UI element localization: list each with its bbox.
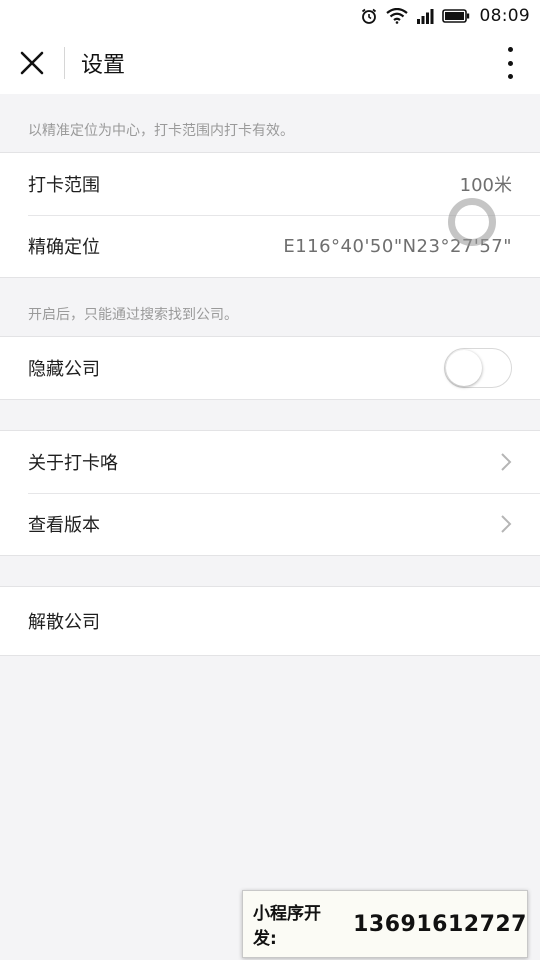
- toggle-knob: [446, 350, 482, 386]
- more-vertical-icon: [507, 47, 513, 52]
- version-label: 查看版本: [28, 515, 100, 536]
- close-button[interactable]: [0, 32, 64, 94]
- danger-group: 解散公司: [0, 586, 540, 656]
- more-vertical-icon-dot: [507, 74, 513, 79]
- settings-content: 以精准定位为中心，打卡范围内打卡有效。 打卡范围 100米 精确定位 E116°…: [0, 94, 540, 656]
- version-row[interactable]: 查看版本: [0, 493, 540, 555]
- dissolve-company-row[interactable]: 解散公司: [0, 587, 540, 655]
- more-menu-button[interactable]: [500, 47, 520, 79]
- precise-location-label: 精确定位: [28, 237, 100, 258]
- alarm-icon: [360, 7, 378, 25]
- chevron-right-icon: [500, 514, 512, 534]
- visibility-group: 隐藏公司: [0, 336, 540, 400]
- signal-icon: [416, 8, 434, 24]
- status-bar: 08:09: [0, 0, 540, 32]
- more-vertical-icon-dot: [507, 60, 513, 66]
- clock-time: 08:09: [479, 6, 530, 26]
- about-row[interactable]: 关于打卡咯: [0, 431, 540, 493]
- about-label: 关于打卡咯: [28, 453, 118, 474]
- loading-spinner: [448, 198, 496, 246]
- visibility-hint: 开启后，只能通过搜索找到公司。: [28, 307, 238, 323]
- nav-bar: 设置: [0, 32, 540, 94]
- page-title: 设置: [81, 53, 126, 78]
- banner-phone: 13691612727: [353, 911, 527, 937]
- location-hint: 以精准定位为中心，打卡范围内打卡有效。: [28, 123, 294, 139]
- battery-icon: [441, 8, 470, 24]
- hide-company-row: 隐藏公司: [0, 337, 540, 399]
- wifi-icon: [385, 8, 408, 24]
- nav-divider: [64, 47, 65, 79]
- checkin-range-value: 100米: [459, 175, 512, 196]
- info-group: 关于打卡咯 查看版本: [0, 430, 540, 556]
- hide-company-toggle[interactable]: [444, 348, 512, 388]
- developer-contact-banner: 小程序开发: 13691612727: [242, 890, 528, 958]
- dissolve-company-label: 解散公司: [28, 612, 100, 633]
- close-icon: [20, 51, 44, 75]
- hide-company-label: 隐藏公司: [28, 359, 100, 380]
- chevron-right-icon: [500, 452, 512, 472]
- banner-label: 小程序开发:: [253, 904, 321, 949]
- checkin-range-label: 打卡范围: [28, 175, 100, 196]
